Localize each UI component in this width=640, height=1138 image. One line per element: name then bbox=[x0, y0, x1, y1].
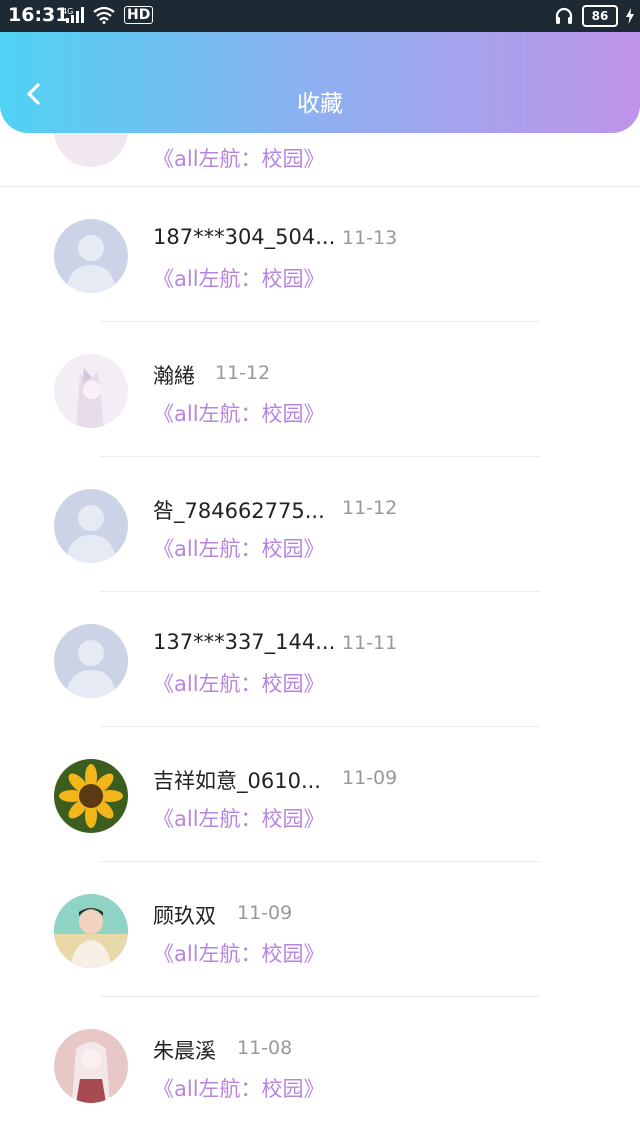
work-title[interactable]: 《all左航：校园》 bbox=[153, 668, 325, 698]
hd-icon: HD bbox=[124, 6, 154, 24]
page-title: 收藏 bbox=[297, 91, 343, 117]
user-name: 朱晨溪 bbox=[153, 1039, 216, 1063]
list-item[interactable]: 瀚綣 11-12 《all左航：校园》 bbox=[0, 322, 640, 457]
work-title[interactable]: 《all左航：校园》 bbox=[153, 533, 325, 563]
date: 11-09 bbox=[237, 902, 293, 924]
date: 11-11 bbox=[342, 632, 398, 654]
list-item[interactable]: 187***304_504... 11-13 《all左航：校园》 bbox=[0, 187, 640, 322]
date: 11-12 bbox=[215, 362, 271, 384]
avatar bbox=[54, 759, 128, 833]
work-title[interactable]: 《all左航：校园》 bbox=[153, 398, 325, 428]
signal-icon: 4G bbox=[62, 7, 84, 23]
work-title[interactable]: 《all左航：校园》 bbox=[153, 803, 325, 833]
work-title[interactable]: 《all左航：校园》 bbox=[153, 143, 325, 173]
default-avatar-icon bbox=[54, 219, 128, 293]
work-title[interactable]: 《all左航：校园》 bbox=[153, 938, 325, 968]
avatar bbox=[54, 894, 128, 968]
user-name: 咎_784662775... bbox=[153, 499, 325, 523]
work-title[interactable]: 《all左航：校园》 bbox=[153, 263, 325, 293]
list-item[interactable]: 朱晨溪 11-08 《all左航：校园》 bbox=[0, 997, 640, 1132]
headphones-icon bbox=[555, 7, 573, 24]
app-header: 收藏 bbox=[0, 32, 640, 133]
favorites-list: 《all左航：校园》 187***304_504... 11-13 《all左航… bbox=[0, 133, 640, 1132]
charging-icon bbox=[626, 8, 634, 24]
list-item[interactable]: 顾玖双 11-09 《all左航：校园》 bbox=[0, 862, 640, 997]
user-name: 瀚綣 bbox=[153, 364, 195, 388]
date: 11-12 bbox=[342, 497, 398, 519]
status-bar: 16:31 4G HD 86 bbox=[0, 0, 640, 32]
date: 11-08 bbox=[237, 1037, 293, 1059]
list-item[interactable]: 137***337_144... 11-11 《all左航：校园》 bbox=[0, 592, 640, 727]
list-item[interactable]: 咎_784662775... 11-12 《all左航：校园》 bbox=[0, 457, 640, 592]
user-name: 顾玖双 bbox=[153, 904, 216, 928]
avatar bbox=[54, 354, 128, 428]
default-avatar-icon bbox=[54, 624, 128, 698]
date: 11-09 bbox=[342, 767, 398, 789]
wifi-icon bbox=[93, 6, 115, 24]
network-label: 4G bbox=[62, 7, 73, 16]
battery-icon: 86 bbox=[582, 5, 618, 27]
status-time: 16:31 bbox=[8, 4, 69, 26]
work-title[interactable]: 《all左航：校园》 bbox=[153, 1073, 325, 1103]
avatar bbox=[54, 1029, 128, 1103]
list-item-partial[interactable]: 《all左航：校园》 bbox=[0, 133, 640, 187]
default-avatar-icon bbox=[54, 489, 128, 563]
avatar bbox=[54, 133, 128, 167]
list-item[interactable]: 吉祥如意_0610... 11-09 《all左航：校园》 bbox=[0, 727, 640, 862]
user-name: 137***337_144... bbox=[153, 630, 336, 654]
date: 11-13 bbox=[342, 227, 398, 249]
user-name: 187***304_504... bbox=[153, 225, 336, 249]
user-name: 吉祥如意_0610... bbox=[153, 769, 321, 793]
